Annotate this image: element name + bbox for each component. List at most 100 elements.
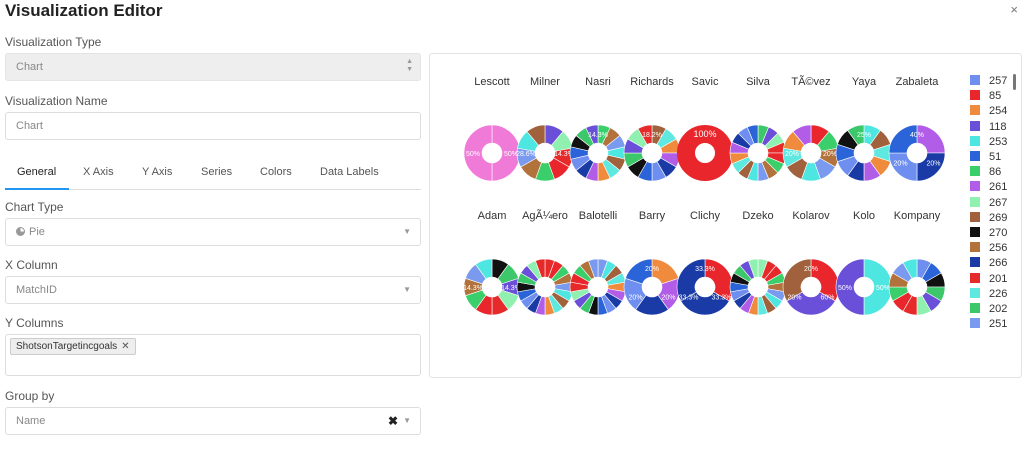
pie-data-label: 33.3%	[679, 295, 699, 302]
legend-swatch	[970, 120, 980, 131]
tab-x-axis[interactable]: X Axis	[83, 166, 114, 178]
pie-title: Kompany	[893, 210, 941, 222]
viz-name-input[interactable]: Chart	[5, 112, 421, 140]
legend-swatch	[970, 196, 980, 207]
legend-item[interactable]: 51	[970, 151, 1001, 164]
legend-item[interactable]: 257	[970, 75, 1007, 88]
legend-label: 256	[989, 242, 1008, 255]
chart-type-value: Pie	[29, 226, 45, 238]
pie-data-label: 20%	[785, 151, 799, 158]
tab-data-labels[interactable]: Data Labels	[320, 166, 379, 178]
legend-label: 254	[989, 105, 1008, 118]
legend-swatch	[970, 242, 980, 253]
legend-swatch	[970, 272, 980, 283]
pie-slice[interactable]	[916, 124, 946, 154]
x-column-label: X Column	[5, 258, 58, 272]
legend-item[interactable]: 253	[970, 135, 1008, 149]
legend-item[interactable]: 251	[970, 318, 1007, 331]
pie-data-label: 50%	[466, 151, 480, 158]
legend-scrollbar[interactable]	[1013, 74, 1016, 90]
pie-data-label: 100%	[693, 129, 716, 139]
y-columns-select[interactable]: ShotsonTargetincgoals ✕	[5, 334, 421, 376]
pie-data-label: 20%	[629, 295, 643, 302]
legend-label: 226	[989, 287, 1008, 300]
remove-tag-icon[interactable]: ✕	[121, 341, 129, 352]
viz-name-placeholder: Chart	[16, 120, 43, 132]
legend-item[interactable]: 254	[970, 105, 1007, 118]
legend-label: 201	[989, 272, 1008, 285]
tab-general[interactable]: General	[17, 166, 56, 178]
pie-data-label: 33.3%	[695, 266, 715, 273]
legend-label: 51	[989, 151, 1002, 163]
legend-swatch	[970, 75, 980, 85]
legend-swatch	[970, 257, 980, 268]
legend-item[interactable]: 202	[970, 303, 1007, 316]
legend-item[interactable]: 118	[970, 120, 1007, 134]
legend-label: 270	[989, 227, 1008, 239]
legend-swatch	[970, 135, 980, 146]
legend-item[interactable]: 85	[970, 90, 1001, 103]
legend-item[interactable]: 226	[970, 287, 1008, 301]
legend-swatch	[970, 105, 980, 116]
pie-slice[interactable]	[677, 125, 733, 181]
legend-item[interactable]: 261	[970, 181, 1007, 194]
chevron-down-icon: ▼	[403, 285, 411, 294]
active-tab-indicator	[5, 188, 69, 190]
y-columns-label: Y Columns	[5, 316, 64, 330]
legend-label: 253	[989, 135, 1008, 148]
legend-item[interactable]: 256	[970, 242, 1007, 255]
pie-data-label: 20%	[823, 151, 837, 158]
updown-icon: ▲ ▼	[406, 58, 413, 73]
legend-swatch	[970, 151, 980, 161]
legend-label: 86	[989, 166, 1002, 179]
chart-preview: 50% 50% 28.6% 14.3% 14.3% 18.2% 100% 20% 20% 25% 2…	[429, 53, 1022, 378]
chevron-down-icon: ▼	[403, 416, 411, 425]
pie-data-label: 40%	[910, 132, 924, 139]
pie-data-label: 20%	[894, 161, 908, 168]
legend-swatch	[970, 90, 980, 101]
chevron-down-icon: ▼	[403, 227, 411, 236]
pie-data-label: 14.3%	[463, 285, 483, 292]
pie-data-label: 20%	[926, 161, 940, 168]
pie-data-label: 20%	[645, 266, 659, 273]
legend-item[interactable]: 266	[970, 257, 1007, 270]
pie-data-label: 60%	[820, 295, 834, 302]
x-column-value: MatchID	[16, 284, 57, 296]
legend-label: 251	[989, 318, 1008, 331]
legend-label: 202	[989, 303, 1008, 315]
viz-type-label: Visualization Type	[5, 35, 102, 49]
legend-item[interactable]: 201	[970, 272, 1008, 286]
pie-data-label: 20%	[661, 295, 675, 302]
legend-swatch	[970, 287, 980, 298]
x-column-select[interactable]: MatchID ▼	[5, 276, 421, 304]
legend-item[interactable]: 270	[970, 227, 1007, 240]
tab-series[interactable]: Series	[201, 166, 232, 178]
pie-slice[interactable]	[888, 124, 918, 154]
pie-title: Zabaleta	[895, 76, 939, 88]
legend-swatch	[970, 166, 980, 177]
legend-swatch	[970, 181, 980, 192]
legend-label: 266	[989, 257, 1008, 270]
y-column-tag-label: ShotsonTargetincgoals	[16, 341, 118, 352]
pie-data-label: 50%	[838, 285, 852, 292]
tab-y-axis[interactable]: Y Axis	[142, 166, 172, 178]
dialog-title: Visualization Editor	[5, 1, 163, 20]
pie-data-label: 18.2%	[642, 132, 662, 139]
pie-data-label: 33.3%	[712, 295, 732, 302]
clear-icon[interactable]: ✖	[388, 408, 398, 434]
legend-label: 261	[989, 181, 1008, 194]
legend-swatch	[970, 211, 980, 222]
legend-label: 257	[989, 75, 1008, 87]
viz-type-select[interactable]: Chart ▲ ▼	[5, 53, 421, 81]
legend-item[interactable]: 86	[970, 166, 1001, 179]
legend-swatch	[970, 303, 980, 313]
tab-colors[interactable]: Colors	[260, 166, 292, 178]
pie-data-label: 25%	[857, 132, 871, 139]
legend-swatch	[970, 318, 980, 329]
legend-item[interactable]: 267	[970, 196, 1007, 210]
chart-type-select[interactable]: Pie ▼	[5, 218, 421, 246]
legend-label: 85	[989, 90, 1002, 103]
group-by-select[interactable]: Name ✖ ▼	[5, 407, 421, 435]
close-icon[interactable]: ×	[1010, 2, 1018, 17]
legend-item[interactable]: 269	[970, 211, 1007, 225]
